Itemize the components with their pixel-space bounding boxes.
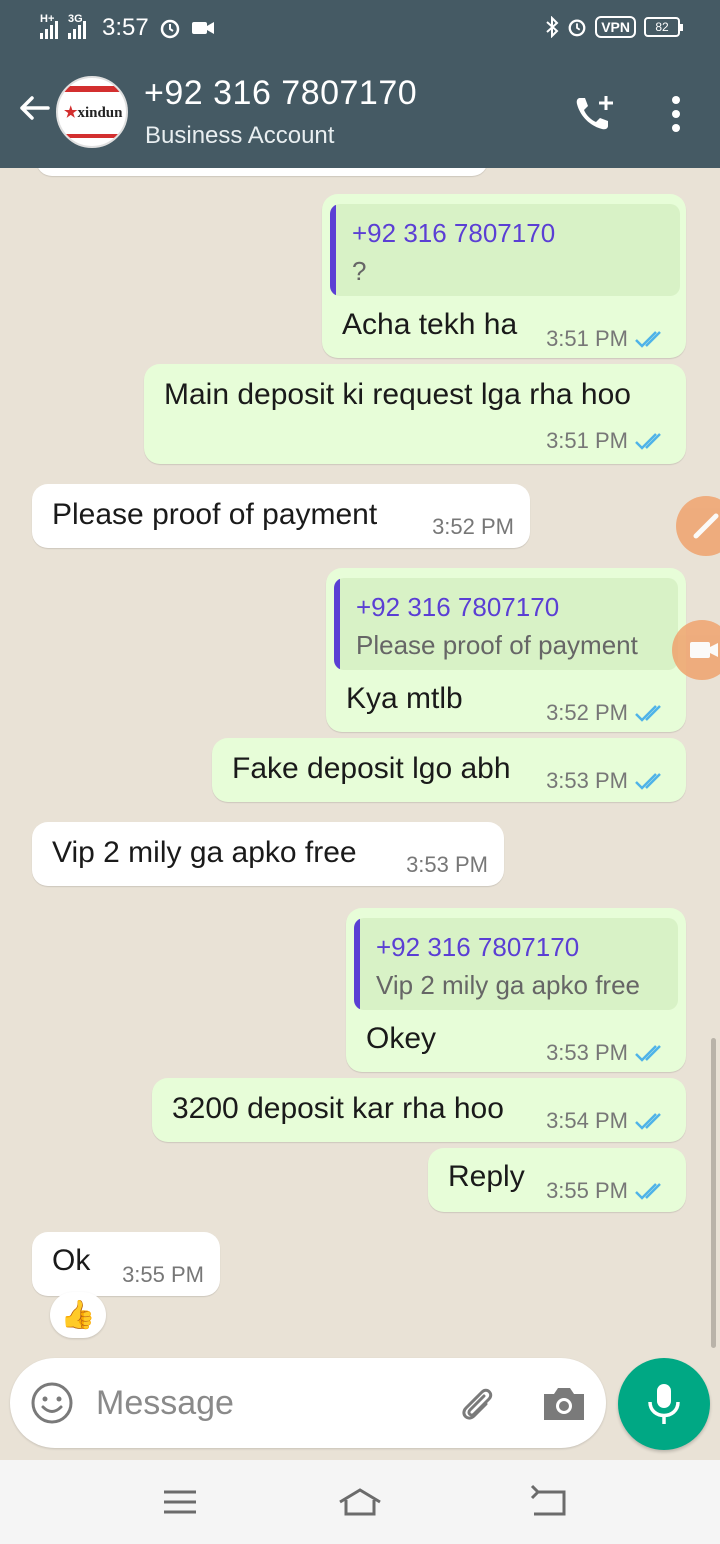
- message-bubble[interactable]: Fake deposit lgo abh 3:53 PM: [212, 738, 686, 802]
- message-time: 3:55 PM: [122, 1262, 204, 1287]
- double-check-icon: [635, 1183, 661, 1200]
- chat-header: ★xindun +92 316 7807170 Business Account: [0, 56, 720, 168]
- message-time: 3:53 PM: [546, 1040, 628, 1065]
- double-check-icon: [635, 331, 661, 348]
- message-meta: 3:52 PM: [432, 514, 514, 540]
- message-bubble[interactable]: +92 316 7807170 Please proof of payment …: [326, 568, 686, 732]
- floating-record-button[interactable]: [672, 620, 720, 680]
- message-meta: 3:53 PM: [406, 852, 488, 878]
- add-call-icon[interactable]: [572, 92, 616, 136]
- double-check-icon: [635, 1113, 661, 1130]
- double-check-icon: [635, 1045, 661, 1062]
- system-nav-bar: [0, 1460, 720, 1544]
- message-meta: 3:51 PM: [546, 326, 668, 352]
- emoji-icon[interactable]: [30, 1381, 74, 1425]
- signal-icon-2: 3G: [68, 13, 86, 39]
- quoted-author: +92 316 7807170: [356, 592, 560, 622]
- quoted-message[interactable]: +92 316 7807170 Vip 2 mily ga apko free: [354, 918, 678, 1010]
- message-text: Vip 2 mily ga apko free: [52, 836, 357, 869]
- message-time: 3:54 PM: [546, 1108, 628, 1133]
- message-time: 3:53 PM: [546, 768, 628, 793]
- message-text: 3200 deposit kar rha hoo: [172, 1092, 504, 1125]
- back-nav-icon[interactable]: [524, 1482, 572, 1522]
- network-type-1: H+: [40, 13, 55, 25]
- quoted-author: +92 316 7807170: [352, 218, 556, 248]
- network-type-2: 3G: [68, 13, 83, 25]
- message-meta: 3:52 PM: [546, 700, 668, 726]
- quoted-text: ?: [352, 256, 367, 286]
- more-vert-icon[interactable]: [664, 92, 688, 136]
- message-time: 3:51 PM: [546, 428, 628, 453]
- double-check-icon: [635, 773, 661, 790]
- message-bubble[interactable]: Vip 2 mily ga apko free 3:53 PM: [32, 822, 504, 886]
- message-input[interactable]: [96, 1380, 436, 1426]
- message-meta: 3:51 PM: [546, 428, 668, 454]
- status-bar: H+ 3G 3:57 VPN 82: [0, 0, 720, 56]
- home-icon[interactable]: [336, 1482, 384, 1522]
- contact-name[interactable]: +92 316 7807170: [144, 74, 417, 113]
- status-time: 3:57: [102, 14, 149, 41]
- avatar[interactable]: ★xindun: [56, 76, 128, 148]
- alarm-icon-right: [568, 19, 586, 37]
- message-text: Please proof of payment: [52, 498, 378, 531]
- quoted-author: +92 316 7807170: [376, 932, 580, 962]
- message-bubble[interactable]: Ok 3:55 PM: [32, 1232, 220, 1296]
- reaction-badge[interactable]: 👍: [50, 1292, 106, 1338]
- quoted-text: Vip 2 mily ga apko free: [376, 970, 640, 1000]
- avatar-logo-text: ★xindun: [64, 105, 123, 121]
- message-time: 3:52 PM: [546, 700, 628, 725]
- message-bubble[interactable]: Main deposit ki request lga rha hoo 3:51…: [144, 364, 686, 464]
- bluetooth-icon: [546, 16, 559, 38]
- video-record-icon: [191, 22, 214, 34]
- quoted-text: Please proof of payment: [356, 630, 638, 660]
- message-text: Okey: [366, 1022, 437, 1055]
- message-text: Main deposit ki request lga rha hoo: [164, 378, 631, 411]
- chat-area[interactable]: +92 316 7807170 ? Acha tekh ha 3:51 PM M…: [0, 168, 720, 1460]
- quoted-message[interactable]: +92 316 7807170 Please proof of payment: [334, 578, 678, 670]
- message-text: Ok: [52, 1244, 91, 1277]
- message-meta: 3:54 PM: [546, 1108, 668, 1134]
- vpn-badge: VPN: [595, 16, 636, 38]
- message-time: 3:53 PM: [406, 852, 488, 877]
- scrollbar[interactable]: [711, 1038, 716, 1348]
- message-bubble[interactable]: Reply 3:55 PM: [428, 1148, 686, 1212]
- message-text: Fake deposit lgo abh: [232, 752, 511, 785]
- message-bubble[interactable]: 3200 deposit kar rha hoo 3:54 PM: [152, 1078, 686, 1142]
- double-check-icon: [635, 433, 661, 450]
- signal-icon: H+: [40, 13, 58, 39]
- message-time: 3:52 PM: [432, 514, 514, 539]
- message-text: Reply: [448, 1160, 525, 1193]
- message-composer: [10, 1358, 606, 1448]
- message-bubble-partial: [36, 168, 488, 176]
- floating-edit-button[interactable]: [676, 496, 720, 556]
- message-text: Kya mtlb: [346, 682, 463, 715]
- message-bubble[interactable]: +92 316 7807170 Vip 2 mily ga apko free …: [346, 908, 686, 1072]
- message-text: Acha tekh ha: [342, 308, 518, 341]
- message-time: 3:51 PM: [546, 326, 628, 351]
- menu-icon[interactable]: [156, 1482, 204, 1522]
- message-bubble[interactable]: +92 316 7807170 ? Acha tekh ha 3:51 PM: [322, 194, 686, 358]
- message-meta: 3:53 PM: [546, 768, 668, 794]
- back-arrow-icon[interactable]: [16, 90, 52, 126]
- message-meta: 3:53 PM: [546, 1040, 668, 1066]
- brush-icon: [693, 513, 719, 539]
- double-check-icon: [635, 705, 661, 722]
- mic-icon: [648, 1384, 680, 1424]
- video-icon: [690, 642, 718, 658]
- alarm-icon: [160, 19, 179, 39]
- attach-icon[interactable]: [454, 1382, 498, 1426]
- message-time: 3:55 PM: [546, 1178, 628, 1203]
- message-meta: 3:55 PM: [122, 1262, 204, 1288]
- camera-icon[interactable]: [540, 1382, 588, 1426]
- message-bubble[interactable]: Please proof of payment 3:52 PM: [32, 484, 530, 548]
- quoted-message[interactable]: +92 316 7807170 ?: [330, 204, 680, 296]
- message-meta: 3:55 PM: [546, 1178, 668, 1204]
- battery-icon: 82: [644, 17, 683, 37]
- contact-subtitle[interactable]: Business Account: [145, 122, 334, 150]
- mic-button[interactable]: [618, 1358, 710, 1450]
